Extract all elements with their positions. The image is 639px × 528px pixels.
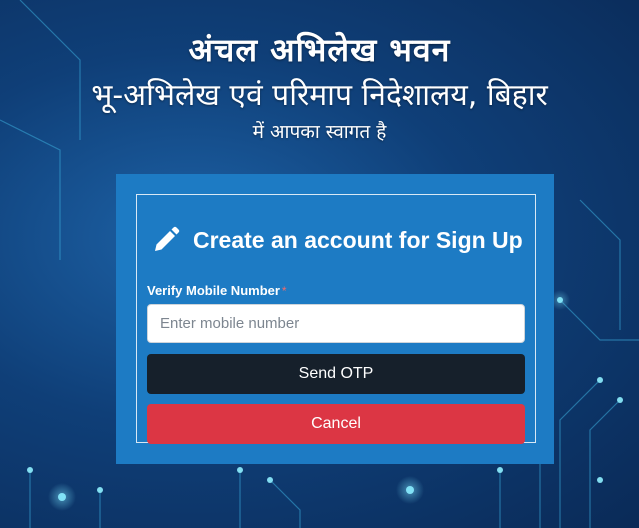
cancel-button[interactable]: Cancel [147, 404, 525, 444]
required-marker: * [281, 284, 287, 298]
page-title: अंचल अभिलेख भवन [188, 31, 451, 69]
card-heading-text: Create an account for Sign Up [193, 226, 523, 253]
send-otp-button[interactable]: Send OTP [147, 354, 525, 394]
mobile-number-label: Verify Mobile Number * [147, 283, 287, 298]
page-subtitle: भू-अभिलेख एवं परिमाप निदेशालय, बिहार [91, 78, 548, 113]
signup-card: Create an account for Sign Up Verify Mob… [116, 174, 554, 464]
mobile-number-input[interactable] [147, 304, 525, 343]
card-heading: Create an account for Sign Up [151, 223, 531, 257]
pencil-icon [151, 225, 181, 255]
signup-form: Create an account for Sign Up Verify Mob… [136, 194, 536, 444]
welcome-text: में आपका स्वागत है [252, 121, 387, 143]
mobile-number-label-text: Verify Mobile Number [147, 283, 280, 298]
